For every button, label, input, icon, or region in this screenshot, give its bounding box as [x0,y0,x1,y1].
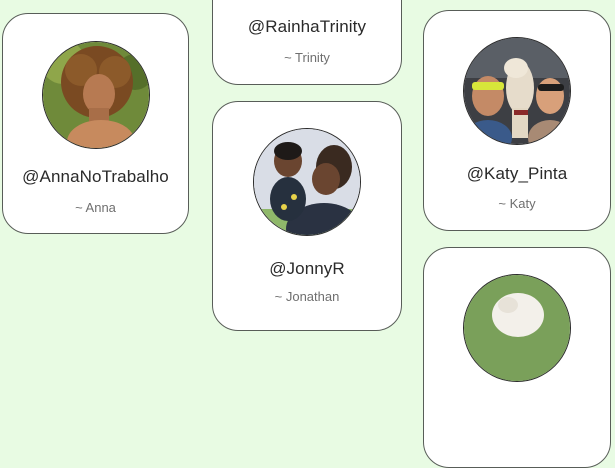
profile-card-trinity[interactable]: @RainhaTrinity ~ Trinity [212,0,402,85]
profile-name: ~ Katy [498,196,536,211]
profile-card-katy[interactable]: @Katy_Pinta ~ Katy [423,10,611,231]
profile-handle: @AnnaNoTrabalho [22,167,169,186]
profile-card-jonathan[interactable]: @JonnyR ~ Jonathan [212,101,402,331]
profile-handle: @Katy_Pinta [466,164,568,183]
avatar [463,37,571,145]
profile-name: ~ Anna [75,200,116,215]
profile-name: ~ Jonathan [274,289,340,304]
profile-name: ~ Trinity [284,50,330,65]
profile-handle: @RainhaTrinity [247,17,367,36]
profile-card-anna[interactable]: @AnnaNoTrabalho ~ Anna [2,13,189,234]
avatar [41,41,150,149]
profile-card-partial[interactable] [423,247,611,468]
avatar [253,128,361,236]
profile-handle: @JonnyR [269,259,345,278]
avatar [463,274,571,382]
